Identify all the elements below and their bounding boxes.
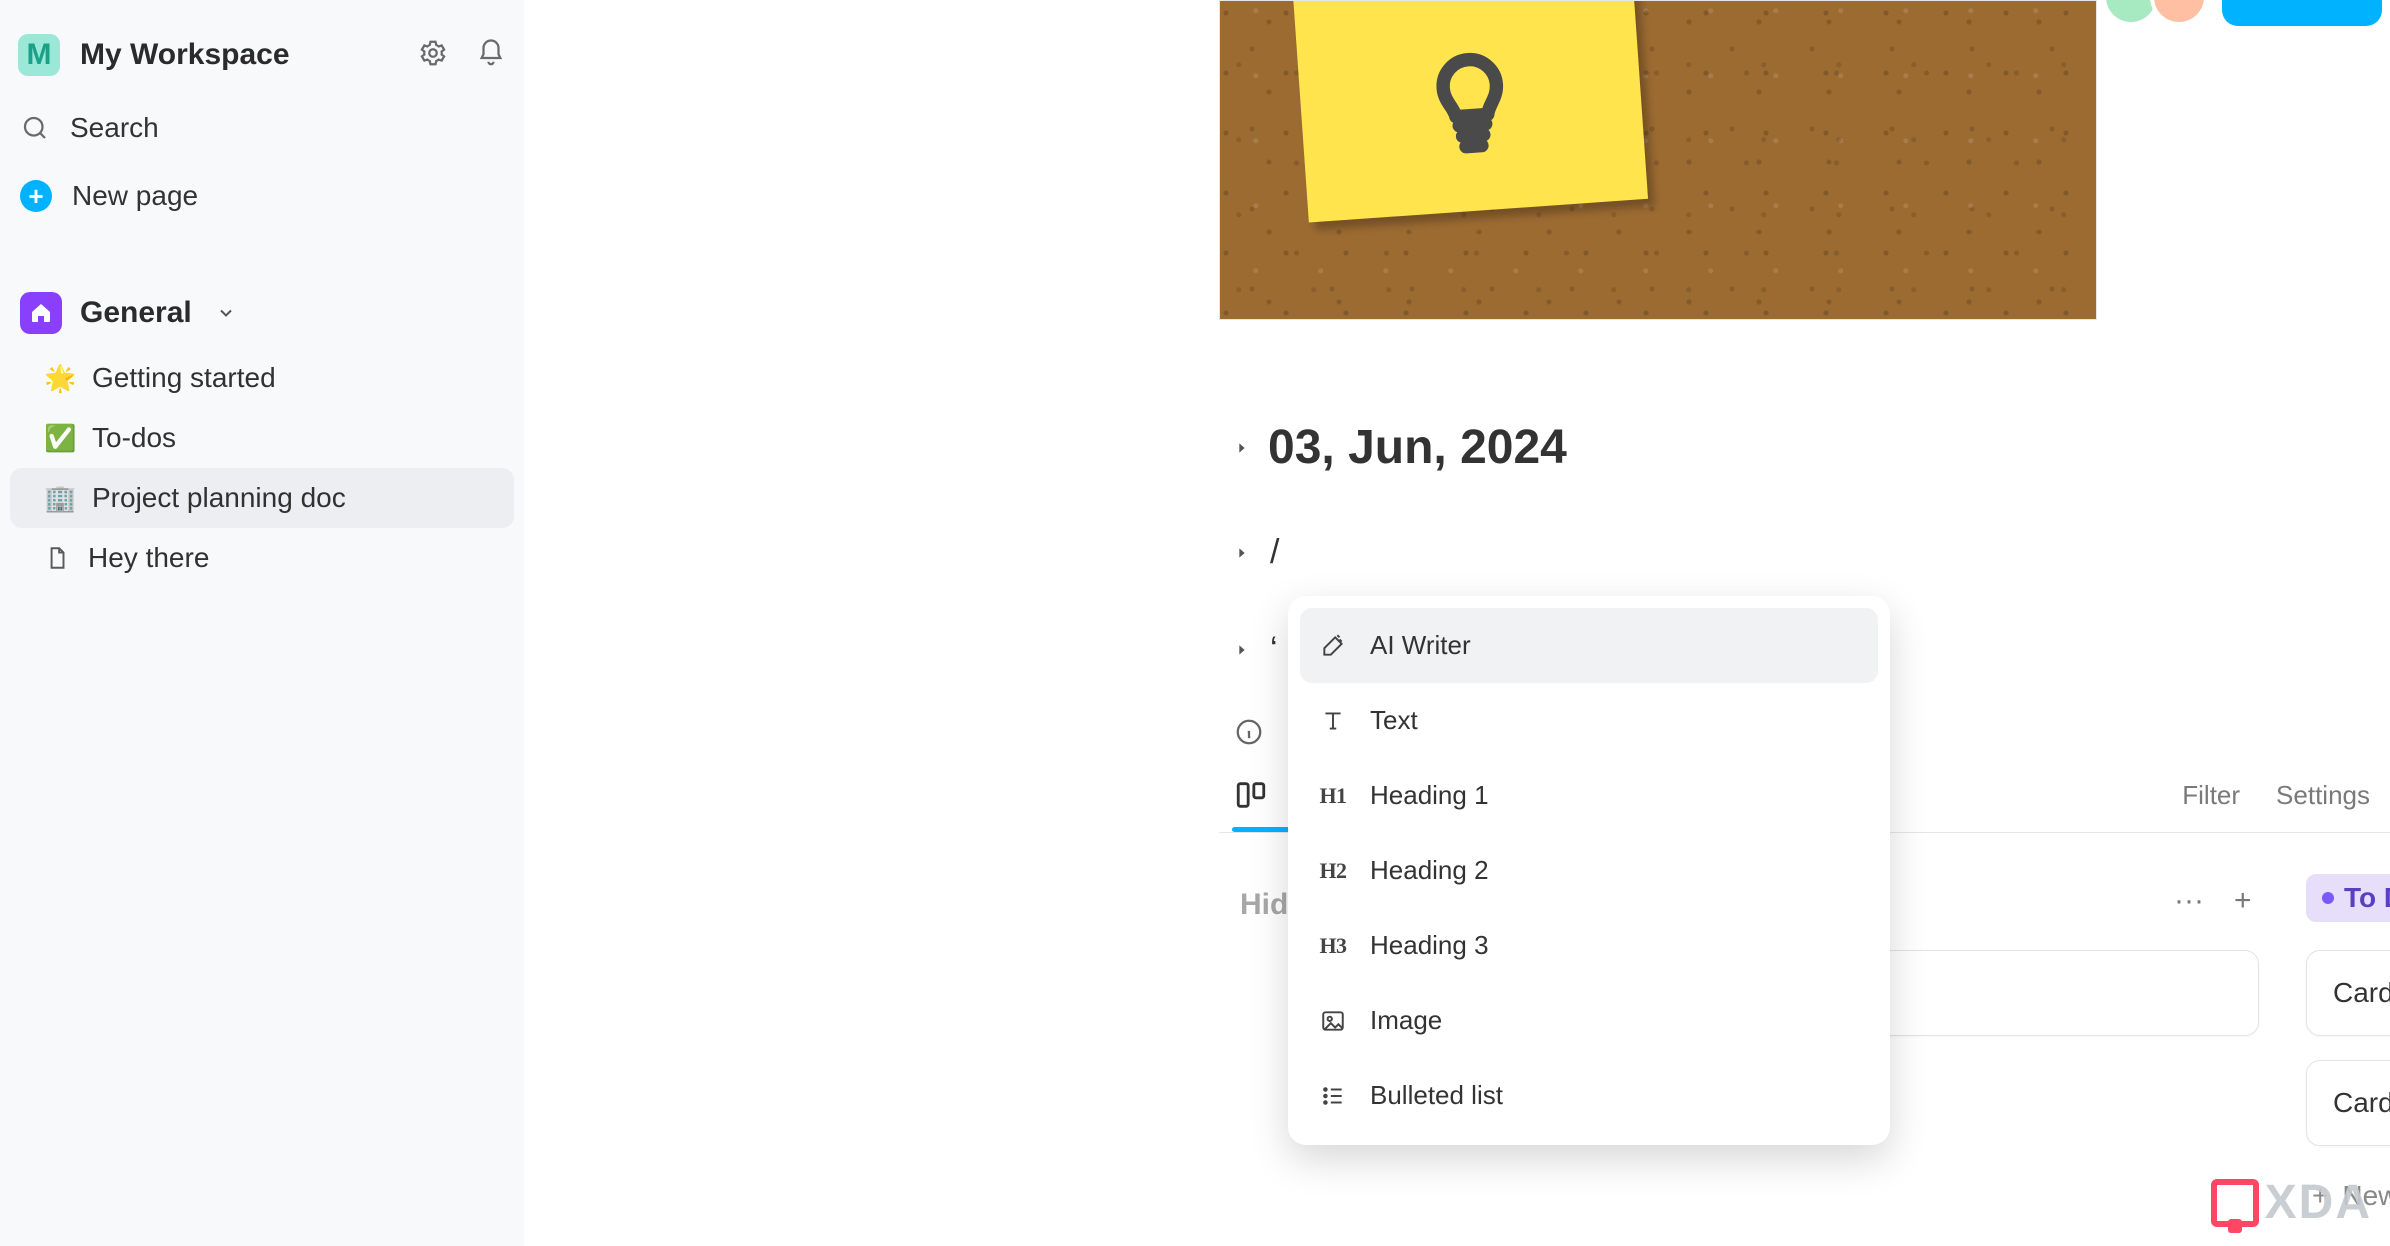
search-button[interactable]: Search bbox=[10, 94, 514, 162]
menu-item-heading-1[interactable]: H1 Heading 1 bbox=[1300, 758, 1878, 833]
workspace-name: My Workspace bbox=[80, 38, 418, 72]
menu-item-label: Image bbox=[1370, 1005, 1442, 1036]
filter-button[interactable]: Filter bbox=[2182, 780, 2240, 811]
menu-item-heading-2[interactable]: H2 Heading 2 bbox=[1300, 833, 1878, 908]
xda-logo-icon bbox=[2211, 1179, 2259, 1227]
cover-image[interactable] bbox=[1219, 0, 2097, 320]
card[interactable]: Card 3 bbox=[2306, 1060, 2390, 1146]
search-label: Search bbox=[70, 112, 159, 144]
space-header[interactable]: General bbox=[10, 278, 514, 348]
menu-item-label: Text bbox=[1370, 705, 1418, 736]
share-button[interactable] bbox=[2222, 0, 2382, 26]
top-right-controls bbox=[2102, 0, 2382, 26]
h3-icon: H3 bbox=[1318, 931, 1348, 961]
check-icon: ✅ bbox=[44, 423, 74, 454]
home-icon bbox=[20, 292, 62, 334]
sidebar: M My Workspace Search + New page Ge bbox=[0, 0, 524, 1246]
menu-item-label: Heading 2 bbox=[1370, 855, 1489, 886]
doc-slash-row[interactable]: / bbox=[1234, 533, 2390, 572]
notifications-icon[interactable] bbox=[476, 38, 506, 73]
menu-item-bulleted-list[interactable]: Bulleted list bbox=[1300, 1058, 1878, 1133]
plus-icon[interactable]: + bbox=[2234, 884, 2252, 918]
h1-icon: H1 bbox=[1318, 781, 1348, 811]
doc-heading-row[interactable]: 03, Jun, 2024 bbox=[1234, 420, 2390, 475]
apostrophe-text: ‘ bbox=[1270, 630, 1278, 669]
page-label: To-dos bbox=[92, 422, 176, 454]
settings-icon[interactable] bbox=[418, 38, 448, 73]
menu-item-heading-3[interactable]: H3 Heading 3 bbox=[1300, 908, 1878, 983]
caret-right-icon[interactable] bbox=[1234, 440, 1250, 456]
more-icon[interactable]: ··· bbox=[2174, 884, 2204, 918]
sidebar-page-getting-started[interactable]: 🌟 Getting started bbox=[10, 348, 514, 408]
text-icon bbox=[1318, 706, 1348, 736]
lightbulb-icon bbox=[1385, 8, 1556, 179]
caret-right-icon[interactable] bbox=[1234, 642, 1250, 658]
status-pill-todo[interactable]: To Do bbox=[2306, 874, 2390, 922]
sidebar-page-todos[interactable]: ✅ To-dos bbox=[10, 408, 514, 468]
settings-button[interactable]: Settings bbox=[2276, 780, 2370, 811]
sidebar-page-project-planning[interactable]: 🏢 Project planning doc bbox=[10, 468, 514, 528]
slash-text: / bbox=[1270, 533, 1279, 572]
menu-item-text[interactable]: Text bbox=[1300, 683, 1878, 758]
xda-text: XDA bbox=[2265, 1175, 2372, 1230]
slash-command-menu: AI Writer Text H1 Heading 1 H2 Heading 2… bbox=[1288, 596, 1890, 1145]
caret-right-icon[interactable] bbox=[1234, 545, 1250, 561]
menu-item-ai-writer[interactable]: AI Writer bbox=[1300, 608, 1878, 683]
board-toolbar: Filter Settings bbox=[2182, 780, 2370, 811]
ai-writer-icon bbox=[1318, 631, 1348, 661]
workspace-switcher[interactable]: M My Workspace bbox=[10, 24, 514, 94]
menu-item-label: Heading 3 bbox=[1370, 930, 1489, 961]
avatar[interactable] bbox=[2150, 0, 2208, 26]
page-label: Getting started bbox=[92, 362, 276, 394]
column-to-do: To Do ···+ Card 2 Card 3 +New bbox=[2306, 874, 2390, 1222]
main-content: 03, Jun, 2024 / ‘ Filter Settings Hi bbox=[524, 0, 2390, 1246]
page-label: Project planning doc bbox=[92, 482, 346, 514]
xda-watermark: XDA bbox=[2211, 1175, 2372, 1230]
card[interactable]: Card 2 bbox=[2306, 950, 2390, 1036]
page-label: Hey there bbox=[88, 542, 209, 574]
new-page-button[interactable]: + New page bbox=[10, 162, 514, 230]
sidebar-page-hey-there[interactable]: Hey there bbox=[10, 528, 514, 588]
sticky-note bbox=[1288, 0, 1648, 222]
image-icon bbox=[1318, 1006, 1348, 1036]
space-name: General bbox=[80, 296, 192, 330]
plus-icon: + bbox=[20, 180, 52, 212]
document-icon bbox=[44, 545, 70, 571]
hidden-group-label[interactable]: Hid bbox=[1240, 888, 1288, 922]
cork-board bbox=[1220, 1, 2096, 319]
board-columns: To Do ···+ Card 2 Card 3 +New Do +N bbox=[2306, 874, 2390, 1222]
new-page-label: New page bbox=[72, 180, 198, 212]
date-heading: 03, Jun, 2024 bbox=[1268, 420, 1567, 475]
building-icon: 🏢 bbox=[44, 483, 74, 514]
menu-item-label: Heading 1 bbox=[1370, 780, 1489, 811]
menu-item-label: AI Writer bbox=[1370, 630, 1471, 661]
chevron-down-icon bbox=[216, 303, 236, 323]
column-no-status-actions: ··· + bbox=[2174, 884, 2252, 918]
workspace-badge: M bbox=[18, 34, 60, 76]
menu-item-image[interactable]: Image bbox=[1300, 983, 1878, 1058]
h2-icon: H2 bbox=[1318, 856, 1348, 886]
bulleted-list-icon bbox=[1318, 1081, 1348, 1111]
sparkle-icon: 🌟 bbox=[44, 363, 74, 394]
menu-item-label: Bulleted list bbox=[1370, 1080, 1503, 1111]
